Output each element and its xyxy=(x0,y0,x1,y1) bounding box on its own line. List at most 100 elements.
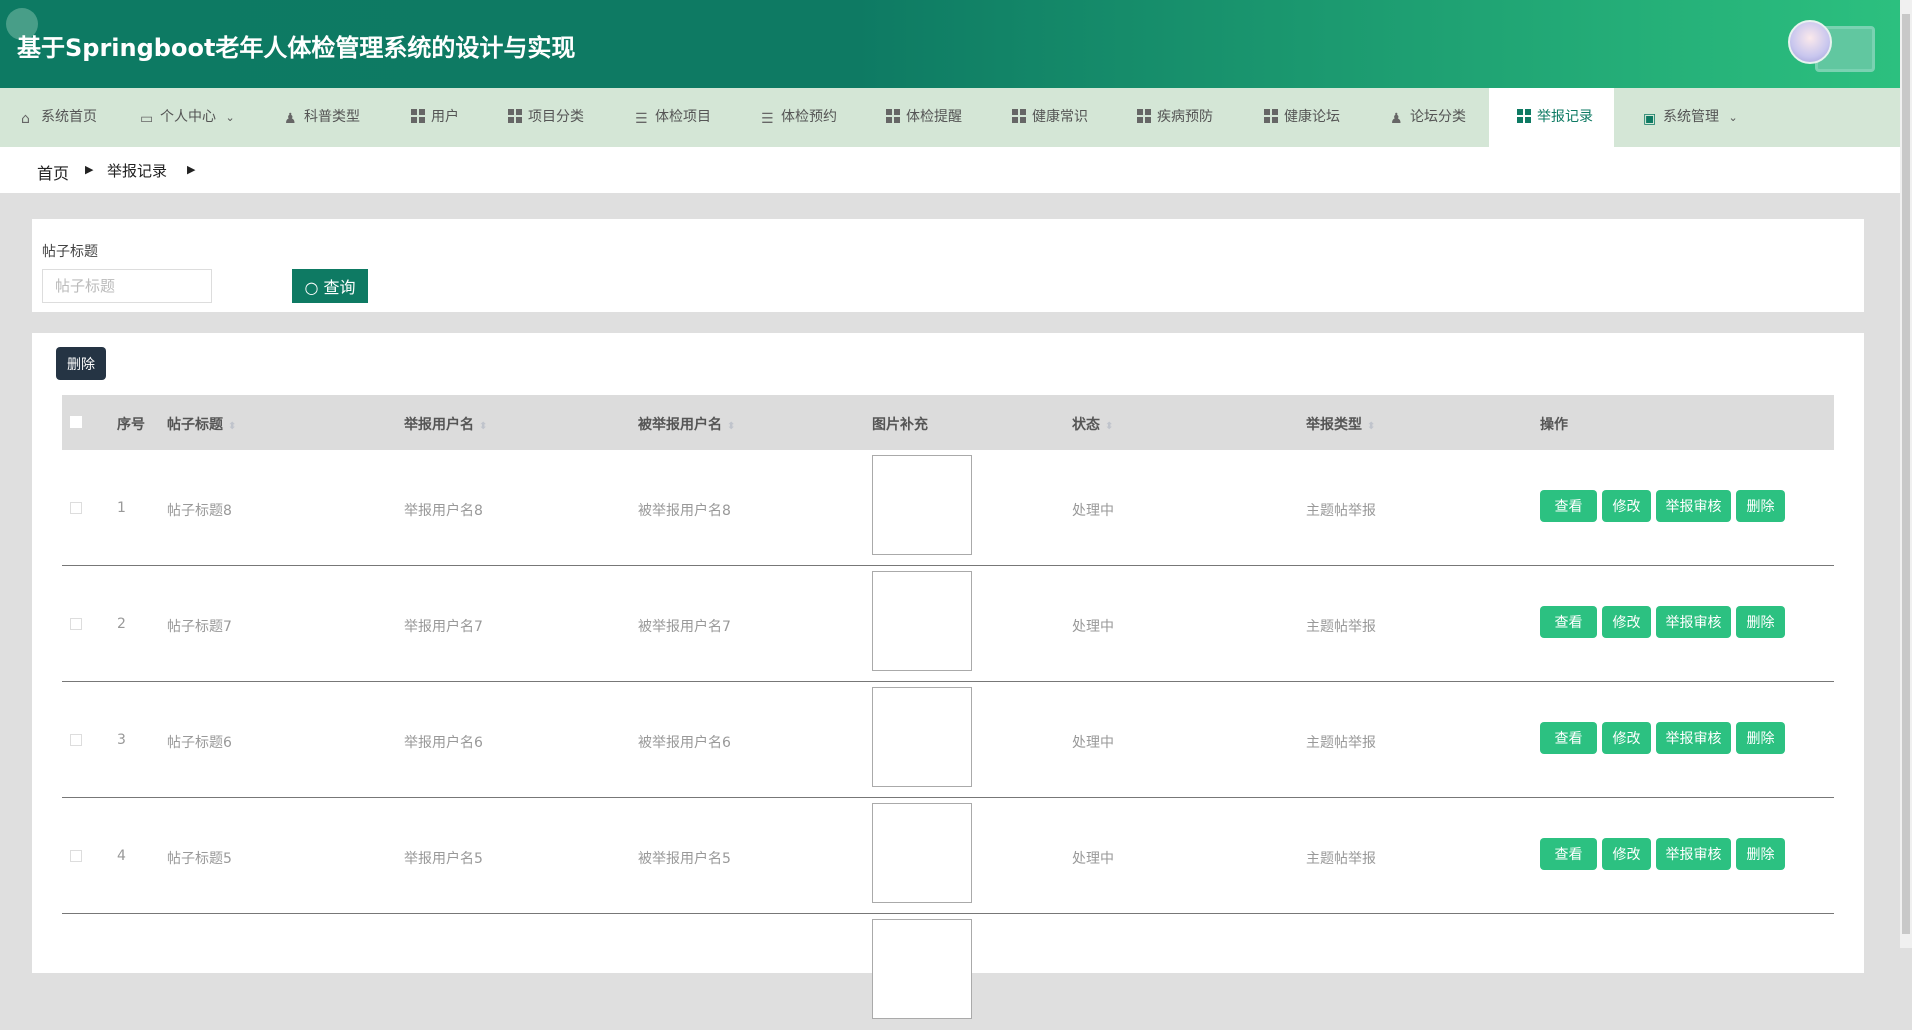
review-report-button[interactable]: 举报审核 xyxy=(1656,606,1731,638)
col-type-label: 举报类型 xyxy=(1306,417,1362,433)
review-report-button[interactable]: 举报审核 xyxy=(1656,722,1731,754)
card-icon: ▭ xyxy=(140,111,154,127)
table-row: 2 帖子标题7 举报用户名7 被举报用户名7 处理中 主题帖举报 查看 修改 举报审核 删除 xyxy=(62,566,1834,682)
list-icon: ☰ xyxy=(761,111,774,127)
table-header: 序号 帖子标题 ⬍ 举报用户名 ⬍ 被举报用户名 ⬍ 图片补充 状态 ⬍ 举报类型 ⬍ 操… xyxy=(62,395,1834,450)
cell-title: 帖子标题8 xyxy=(167,503,232,519)
nav-label: 系统首页 xyxy=(41,109,97,125)
nav-label: 体检预约 xyxy=(781,109,837,125)
col-title[interactable]: 帖子标题 ⬍ xyxy=(167,414,236,434)
sort-icon[interactable]: ⬍ xyxy=(228,421,236,432)
broken-image-icon xyxy=(872,919,972,1019)
delete-button[interactable]: 删除 xyxy=(1736,490,1785,522)
breadcrumb-home[interactable]: 首页 xyxy=(37,160,69,184)
vertical-scrollbar[interactable] xyxy=(1900,0,1912,948)
nav-label: 个人中心 xyxy=(160,109,216,125)
sort-icon[interactable]: ⬍ xyxy=(1367,421,1375,432)
query-button[interactable]: ○ 查询 xyxy=(292,269,368,303)
cell-type: 主题帖举报 xyxy=(1306,735,1376,751)
chevron-right-icon: ▶ xyxy=(187,163,196,176)
nav-item-6[interactable]: ☰ 体检预约 xyxy=(761,88,837,147)
cell-no: 4 xyxy=(117,848,126,864)
scrollbar-thumb[interactable] xyxy=(1902,14,1910,934)
nav-label: 体检项目 xyxy=(655,109,711,125)
nav-label: 科普类型 xyxy=(304,109,360,125)
table-panel: 删除 序号 帖子标题 ⬍ 举报用户名 ⬍ 被举报用户名 ⬍ 图片补充 状态 ⬍ 举报类型… xyxy=(32,333,1864,1019)
row-checkbox[interactable] xyxy=(70,850,82,862)
top-nav: ⌂ 系统首页 ▭ 个人中心 ⌄ ♟ 科普类型 用户 项目分类 ☰ 体检项目 ☰ 体检预约 体检提醒 健康常… xyxy=(0,88,1900,147)
grid-icon xyxy=(411,109,425,123)
nav-item-5[interactable]: ☰ 体检项目 xyxy=(635,88,711,147)
edit-button[interactable]: 修改 xyxy=(1602,606,1651,638)
nav-item-10[interactable]: 健康论坛 xyxy=(1264,88,1340,147)
delete-button[interactable]: 删除 xyxy=(1736,722,1785,754)
nav-item-7[interactable]: 体检提醒 xyxy=(886,88,962,147)
nav-item-13[interactable]: ▣ 系统管理 ⌄ xyxy=(1643,88,1738,147)
col-reporter-label: 举报用户名 xyxy=(404,417,474,433)
view-button[interactable]: 查看 xyxy=(1540,490,1597,522)
broken-image-icon xyxy=(872,803,972,903)
edit-button[interactable]: 修改 xyxy=(1602,490,1651,522)
cell-status: 处理中 xyxy=(1072,619,1114,635)
edit-button[interactable]: 修改 xyxy=(1602,838,1651,870)
nav-item-11[interactable]: ♟ 论坛分类 xyxy=(1390,88,1466,147)
cell-reporter: 举报用户名8 xyxy=(404,503,483,519)
cell-title: 帖子标题7 xyxy=(167,619,232,635)
post-title-search-input[interactable] xyxy=(42,269,212,303)
view-button[interactable]: 查看 xyxy=(1540,838,1597,870)
cell-no: 3 xyxy=(117,732,126,748)
sort-icon[interactable]: ⬍ xyxy=(727,421,735,432)
cell-reported: 被举报用户名6 xyxy=(638,735,731,751)
col-type[interactable]: 举报类型 ⬍ xyxy=(1306,414,1375,434)
col-image: 图片补充 xyxy=(872,417,928,433)
nav-item-0[interactable]: ⌂ 系统首页 xyxy=(21,88,97,147)
nav-label: 系统管理 xyxy=(1663,109,1719,125)
nav-label: 体检提醒 xyxy=(906,109,962,125)
nav-item-9[interactable]: 疾病预防 xyxy=(1137,88,1213,147)
cell-title: 帖子标题5 xyxy=(167,851,232,867)
review-report-button[interactable]: 举报审核 xyxy=(1656,490,1731,522)
batch-delete-button[interactable]: 删除 xyxy=(56,347,106,380)
cell-type: 主题帖举报 xyxy=(1306,851,1376,867)
delete-button[interactable]: 删除 xyxy=(1736,838,1785,870)
col-title-label: 帖子标题 xyxy=(167,417,223,433)
nav-label: 健康论坛 xyxy=(1284,109,1340,125)
row-checkbox[interactable] xyxy=(70,734,82,746)
breadcrumb-current: 举报记录 xyxy=(107,162,168,180)
table-row xyxy=(62,914,1834,1030)
grid-icon xyxy=(1517,109,1531,123)
row-checkbox[interactable] xyxy=(70,618,82,630)
chevron-down-icon: ⌄ xyxy=(222,111,235,124)
nav-item-1[interactable]: ▭ 个人中心 ⌄ xyxy=(140,88,235,147)
col-reporter[interactable]: 举报用户名 ⬍ xyxy=(404,414,487,434)
nav-item-4[interactable]: 项目分类 xyxy=(508,88,584,147)
nav-item-12[interactable]: 举报记录 xyxy=(1489,88,1614,147)
delete-button[interactable]: 删除 xyxy=(1736,606,1785,638)
user-icon: ♟ xyxy=(1390,111,1403,127)
row-checkbox[interactable] xyxy=(70,502,82,514)
select-all-checkbox[interactable] xyxy=(70,416,82,428)
view-button[interactable]: 查看 xyxy=(1540,722,1597,754)
nav-item-3[interactable]: 用户 xyxy=(411,88,459,147)
nav-item-2[interactable]: ♟ 科普类型 xyxy=(284,88,360,147)
grid-icon xyxy=(1264,109,1278,123)
view-button[interactable]: 查看 xyxy=(1540,606,1597,638)
broken-image-icon xyxy=(872,455,972,555)
app-header: 基于Springboot老年人体检管理系统的设计与实现 xyxy=(0,0,1900,88)
sort-icon[interactable]: ⬍ xyxy=(479,421,487,432)
nav-item-8[interactable]: 健康常识 xyxy=(1012,88,1088,147)
search-icon: ○ xyxy=(304,278,319,297)
chevron-down-icon: ⌄ xyxy=(1725,111,1738,124)
col-actions: 操作 xyxy=(1540,417,1568,433)
edit-button[interactable]: 修改 xyxy=(1602,722,1651,754)
sort-icon[interactable]: ⬍ xyxy=(1105,421,1113,432)
table-row: 4 帖子标题5 举报用户名5 被举报用户名5 处理中 主题帖举报 查看 修改 举报审核 删除 xyxy=(62,798,1834,914)
col-status[interactable]: 状态 ⬍ xyxy=(1072,414,1113,434)
avatar[interactable] xyxy=(1788,20,1832,64)
col-no: 序号 xyxy=(117,417,145,433)
review-report-button[interactable]: 举报审核 xyxy=(1656,838,1731,870)
nav-label: 论坛分类 xyxy=(1410,109,1466,125)
broken-image-icon xyxy=(872,687,972,787)
nav-label: 项目分类 xyxy=(528,109,584,125)
col-reported[interactable]: 被举报用户名 ⬍ xyxy=(638,414,735,434)
